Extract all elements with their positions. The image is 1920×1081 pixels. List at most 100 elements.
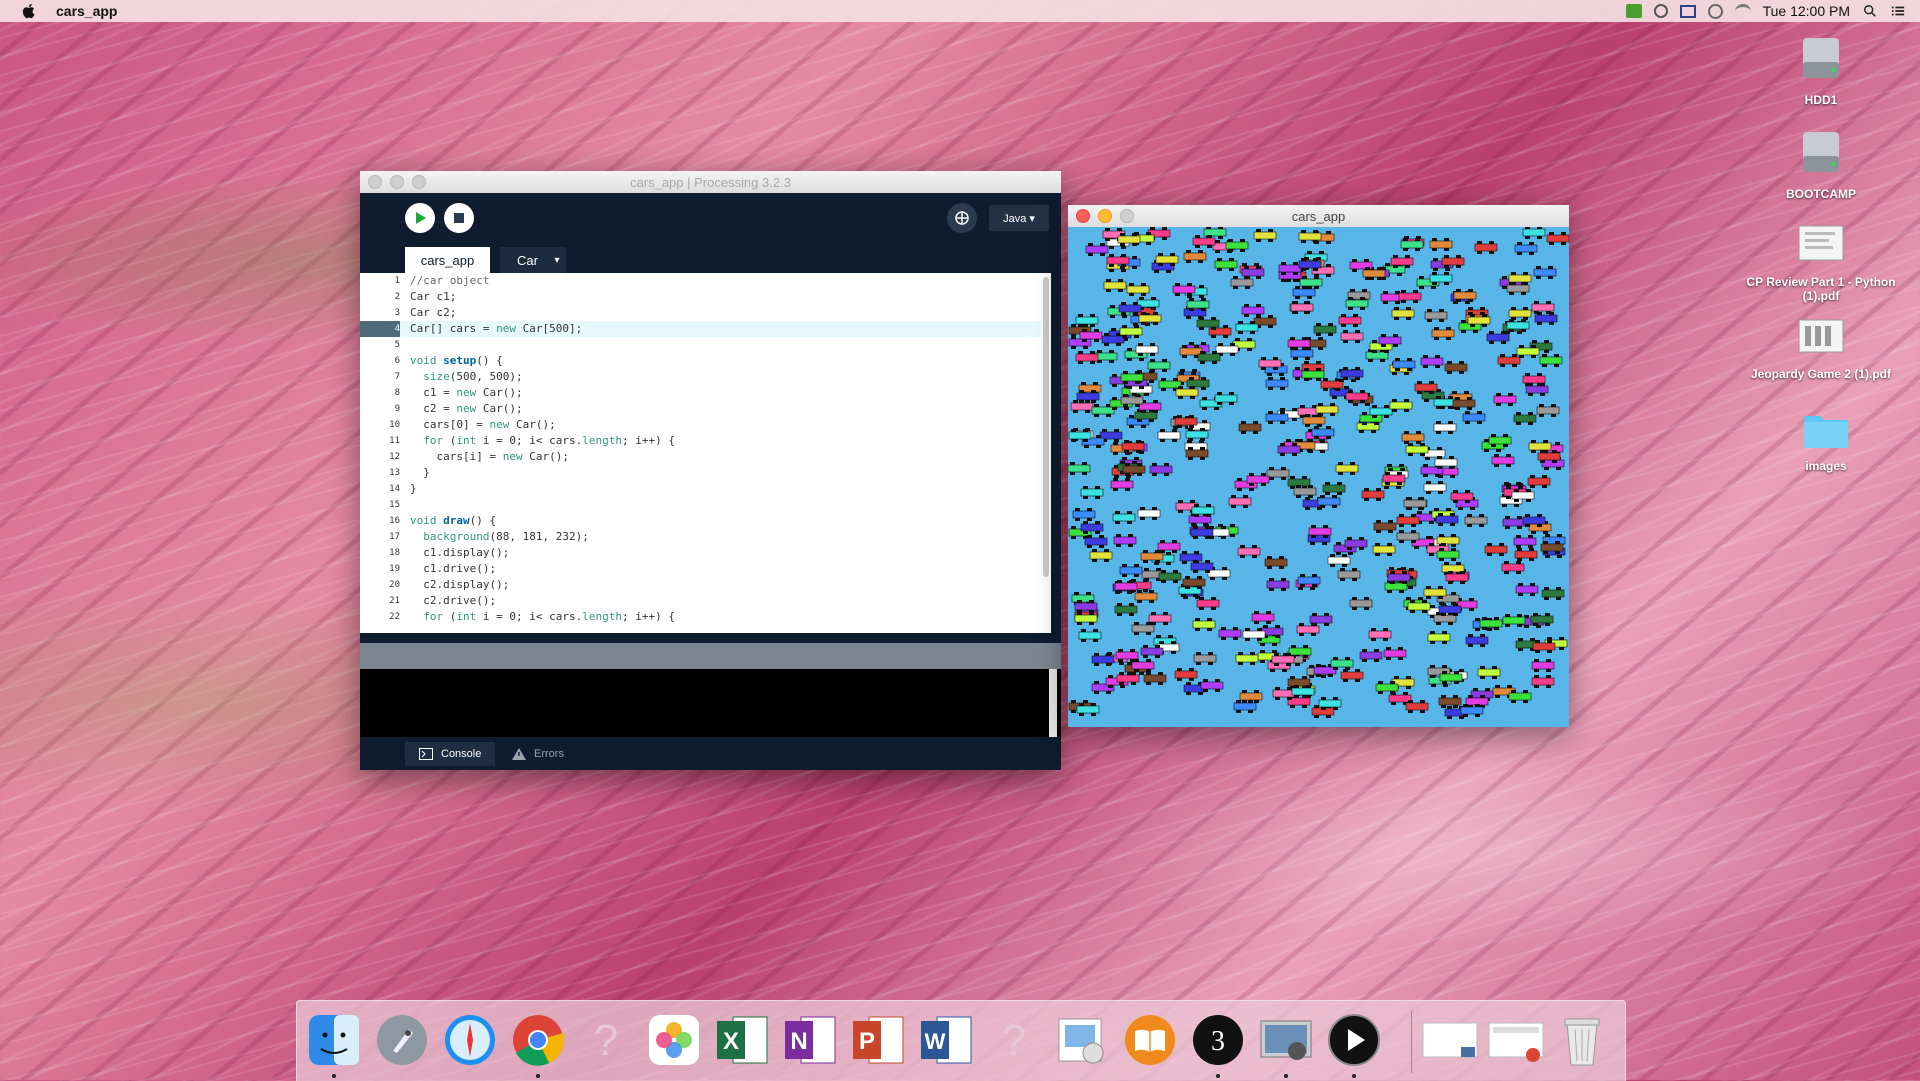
window-thumbnail-icon[interactable] <box>1421 1011 1479 1069</box>
car <box>1080 521 1104 534</box>
mode-selector[interactable]: Java ▾ <box>989 205 1049 231</box>
code-line[interactable]: 19 c1.drive(); <box>360 561 1051 577</box>
sketch-titlebar[interactable]: cars_app <box>1068 205 1569 227</box>
svg-text:3: 3 <box>1211 1026 1225 1057</box>
running-indicator <box>1352 1074 1356 1078</box>
car <box>1533 266 1557 279</box>
console-scrollbar[interactable] <box>1049 669 1057 737</box>
stop-button[interactable] <box>444 203 474 233</box>
launchpad-icon[interactable] <box>373 1011 431 1069</box>
code-editor[interactable]: 1 //car object 2 Car c1; 3 Car c2; 4 Car[] cars… <box>360 273 1051 633</box>
code-line[interactable]: 13 } <box>360 465 1051 481</box>
car <box>1148 612 1172 625</box>
tab-cars-app[interactable]: cars_app <box>405 247 490 273</box>
finder-icon[interactable] <box>305 1011 363 1069</box>
code-line[interactable]: 8 c1 = new Car(); <box>360 385 1051 401</box>
car <box>1444 361 1468 374</box>
editor-scrollbar[interactable] <box>1041 273 1051 633</box>
code-line[interactable]: 20 c2.display(); <box>360 577 1051 593</box>
code-line[interactable]: 1 //car object <box>360 273 1051 289</box>
console-area[interactable] <box>360 669 1061 737</box>
line-number: 6 <box>394 356 400 366</box>
sketch-canvas[interactable] <box>1068 227 1569 727</box>
car <box>1522 373 1546 386</box>
code-line[interactable]: 9 c2 = new Car(); <box>360 401 1051 417</box>
code-line[interactable]: 12 cars[i] = new Car(); <box>360 449 1051 465</box>
tab-car[interactable]: Car <box>500 247 555 273</box>
code-line[interactable]: 14} <box>360 481 1051 497</box>
car <box>1477 666 1501 679</box>
desktop-item-hdd1[interactable]: HDD1 <box>1746 28 1896 107</box>
errors-tab[interactable]: Errors <box>498 742 578 766</box>
car <box>1253 229 1277 242</box>
apple-icon[interactable] <box>20 2 38 20</box>
code-line[interactable]: 21 c2.drive(); <box>360 593 1051 609</box>
code-line[interactable]: 17 background(88, 181, 232); <box>360 529 1051 545</box>
code-line[interactable]: 3 Car c2; <box>360 305 1051 321</box>
car <box>1531 659 1555 672</box>
car <box>1513 412 1537 425</box>
desktop-item-images-folder[interactable]: images <box>1751 410 1901 473</box>
debugger-button[interactable] <box>947 203 977 233</box>
tab-menu-button[interactable]: ▾ <box>548 247 566 273</box>
car <box>1501 561 1525 574</box>
code-line[interactable]: 15 <box>360 497 1051 513</box>
desktop-item-jeopardy-pdf[interactable]: Jeopardy Game 2 (1).pdf <box>1746 316 1896 381</box>
quicktime-icon[interactable] <box>1325 1011 1383 1069</box>
photos-icon[interactable] <box>645 1011 703 1069</box>
car <box>1197 351 1221 364</box>
car <box>1158 570 1182 583</box>
android-icon[interactable] <box>1625 4 1642 18</box>
code-line[interactable]: 10 cars[0] = new Car(); <box>360 417 1051 433</box>
unknown-app-icon[interactable]: ? <box>985 1011 1043 1069</box>
powerpoint-icon[interactable]: P <box>849 1011 907 1069</box>
car <box>1361 488 1385 501</box>
wifi-icon[interactable] <box>1734 3 1751 19</box>
code-line[interactable]: 16 void draw() { <box>360 513 1051 529</box>
window-thumbnail-icon[interactable] <box>1487 1011 1545 1069</box>
code-line[interactable]: 18 c1.display(); <box>360 545 1051 561</box>
onenote-icon[interactable]: N <box>781 1011 839 1069</box>
sync-icon[interactable] <box>1653 4 1668 18</box>
chrome-icon[interactable] <box>509 1011 567 1069</box>
car <box>1431 327 1455 340</box>
line-number: 15 <box>389 500 400 510</box>
line-number: 19 <box>389 564 400 574</box>
code-line[interactable]: 6 void setup() { <box>360 353 1051 369</box>
notification-center-icon[interactable] <box>1890 4 1906 18</box>
desktop-item-cp-review-pdf[interactable]: CP Review Part 1 - Python (1).pdf <box>1746 220 1896 303</box>
code-line[interactable]: 4 Car[] cars = new Car[500]; <box>360 321 1051 337</box>
run-button[interactable] <box>405 203 435 233</box>
active-app-name[interactable]: cars_app <box>56 3 117 19</box>
display-icon[interactable] <box>1679 4 1696 18</box>
processing-icon[interactable]: 3 <box>1189 1011 1247 1069</box>
spotlight-icon[interactable] <box>1862 4 1878 18</box>
timemachine-icon[interactable] <box>1707 3 1723 19</box>
code-line[interactable]: 5 <box>360 337 1051 353</box>
clock[interactable]: Tue 12:00 PM <box>1763 3 1850 19</box>
code-line[interactable]: 7 size(500, 500); <box>360 369 1051 385</box>
status-menus: Tue 12:00 PM <box>1625 0 1906 22</box>
preview-icon[interactable] <box>1053 1011 1111 1069</box>
desktop-item-bootcamp[interactable]: BOOTCAMP <box>1746 122 1896 201</box>
car <box>1137 507 1161 520</box>
trash-icon[interactable] <box>1553 1011 1611 1069</box>
car <box>1110 478 1134 491</box>
car <box>1265 411 1289 424</box>
code-line[interactable]: 2 Car c1; <box>360 289 1051 305</box>
word-icon[interactable]: W <box>917 1011 975 1069</box>
safari-icon[interactable] <box>441 1011 499 1069</box>
excel-icon[interactable]: X <box>713 1011 771 1069</box>
scroll-thumb[interactable] <box>1043 277 1049 577</box>
code-line[interactable]: 22 for (int i = 0; i< cars.length; i++) … <box>360 609 1051 625</box>
car <box>1405 700 1429 713</box>
processing-titlebar[interactable]: cars_app | Processing 3.2.3 <box>360 171 1061 193</box>
car <box>1497 354 1521 367</box>
code-line[interactable]: 11 for (int i = 0; i< cars.length; i++) … <box>360 433 1051 449</box>
image-capture-icon[interactable] <box>1257 1011 1315 1069</box>
ibooks-icon[interactable] <box>1121 1011 1179 1069</box>
car <box>1235 321 1259 334</box>
console-tab[interactable]: Console <box>405 742 496 766</box>
unknown-app-icon[interactable]: ? <box>577 1011 635 1069</box>
car <box>1484 543 1508 556</box>
